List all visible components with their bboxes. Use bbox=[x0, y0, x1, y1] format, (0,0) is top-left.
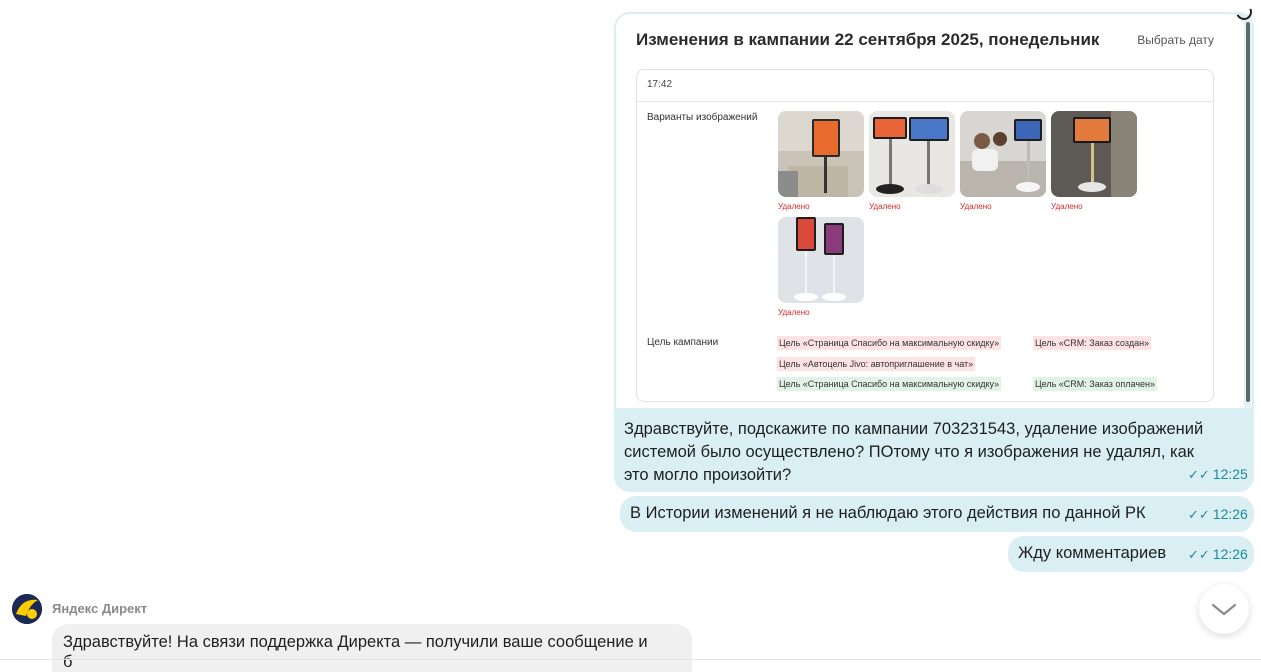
message-text: В Истории изменений я не наблюдаю этого … bbox=[630, 504, 1146, 522]
divider bbox=[637, 101, 1213, 102]
image-status-removed: Удалено bbox=[1051, 202, 1083, 211]
changes-table: 17:42 Варианты изображений Удалено Удале… bbox=[636, 69, 1214, 402]
image-status-removed: Удалено bbox=[869, 202, 901, 211]
changes-title: Изменения в кампании 22 сентября 2025, п… bbox=[636, 30, 1100, 49]
goal-removed-tag: Цель «Автоцель Jivo: автоприглашение в ч… bbox=[777, 357, 976, 371]
ad-image-thumbnail bbox=[778, 217, 864, 303]
change-time: 17:42 bbox=[647, 79, 673, 90]
ad-image-thumbnail bbox=[869, 111, 955, 197]
message-time: 12:26 bbox=[1212, 506, 1248, 522]
goal-removed-tag: Цель «Страница Спасибо на максимальную с… bbox=[777, 336, 1002, 350]
images-row-label: Варианты изображений bbox=[647, 112, 758, 123]
image-status-removed: Удалено bbox=[960, 202, 992, 211]
double-check-icon: ✓✓ bbox=[1188, 507, 1210, 522]
ad-image-thumbnail bbox=[960, 111, 1046, 197]
goal-added-tag: Цель «Страница Спасибо на максимальную с… bbox=[777, 377, 1002, 391]
message-meta: ✓✓ 12:26 bbox=[1188, 546, 1248, 563]
message-line: системой было осуществлено? ПОтому что я… bbox=[624, 443, 1194, 461]
image-status-removed: Удалено bbox=[778, 202, 810, 211]
double-check-icon: ✓✓ bbox=[1188, 547, 1210, 562]
yandex-direct-avatar[interactable] bbox=[12, 594, 42, 624]
goal-removed-tag: Цель «CRM: Заказ создан» bbox=[1033, 336, 1152, 350]
attached-screenshot[interactable]: Изменения в кампании 22 сентября 2025, п… bbox=[616, 14, 1244, 408]
double-check-icon: ✓✓ bbox=[1188, 467, 1210, 482]
message-line: это могло произойти? bbox=[624, 466, 792, 484]
sender-name: Яндекс Директ bbox=[52, 601, 148, 616]
message-line: Здравствуйте, подскажите по кампании 703… bbox=[624, 420, 1204, 438]
message-meta: ✓✓ 12:26 bbox=[1188, 506, 1248, 523]
scroll-down-button[interactable] bbox=[1199, 584, 1249, 634]
chevron-down-icon bbox=[1211, 603, 1237, 616]
incoming-message[interactable]: Здравствуйте! На связи поддержка Директа… bbox=[52, 624, 692, 672]
screenshot-scrollbar-thumb bbox=[1246, 22, 1250, 402]
ad-image-thumbnail bbox=[1051, 111, 1137, 197]
message-time: 12:25 bbox=[1212, 466, 1248, 482]
outgoing-message[interactable]: В Истории изменений я не наблюдаю этого … bbox=[620, 496, 1254, 532]
choose-date-link: Выбрать дату bbox=[1137, 33, 1214, 47]
goal-added-tag: Цель «CRM: Заказ оплачен» bbox=[1033, 377, 1158, 391]
message-text: Жду комментариев bbox=[1018, 544, 1167, 562]
message-meta: ✓✓ 12:25 bbox=[1188, 466, 1248, 483]
outgoing-message[interactable]: Здравствуйте, подскажите по кампании 703… bbox=[614, 410, 1254, 492]
message-time: 12:26 bbox=[1212, 546, 1248, 562]
image-status-removed: Удалено bbox=[778, 308, 810, 317]
composer-divider bbox=[0, 659, 1261, 660]
goal-row-label: Цель кампании bbox=[647, 337, 719, 348]
message-text: Здравствуйте! На связи поддержка Директа… bbox=[63, 633, 648, 651]
ad-image-thumbnail bbox=[778, 111, 864, 197]
message-text: б bbox=[63, 653, 73, 671]
